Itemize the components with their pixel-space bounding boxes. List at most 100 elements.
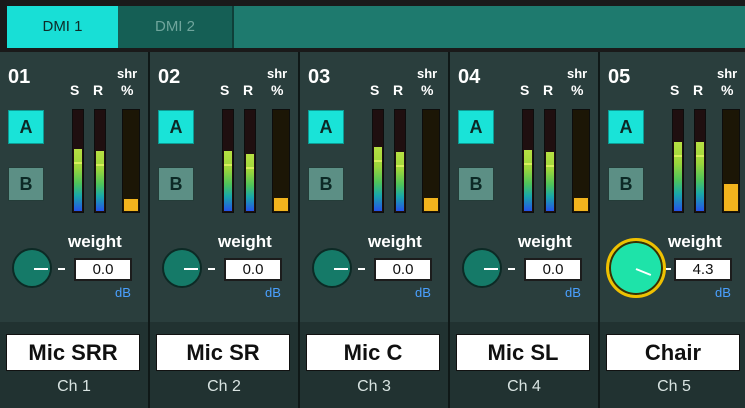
shr-meter (422, 109, 440, 213)
shr-meter-fill (124, 199, 138, 211)
meter-r-peak (246, 167, 254, 169)
meter-s (372, 109, 384, 213)
meter-s-peak (74, 162, 82, 164)
channel-name-field[interactable]: Chair (606, 334, 740, 371)
weight-knob[interactable] (162, 248, 202, 288)
channel-number: 01 (8, 66, 31, 88)
shr-label: shr (417, 66, 438, 81)
meter-r (94, 109, 106, 213)
meter-r-peak (396, 165, 404, 167)
channel-strip-1: 01 S R shr % A B weight 0.0 dB Mic SRR C… (0, 52, 150, 408)
b-button[interactable]: B (8, 167, 44, 201)
tab-bar: DMI 1 DMI 2 (0, 0, 745, 52)
db-unit-label: dB (115, 285, 131, 300)
shr-percent-label: % (721, 82, 734, 98)
shr-label: shr (117, 66, 138, 81)
weight-value-field[interactable]: 4.3 (674, 258, 732, 281)
meter-r-fill (96, 151, 104, 211)
shr-percent-label: % (421, 82, 434, 98)
shr-label: shr (567, 66, 588, 81)
channel-name-field[interactable]: Mic C (306, 334, 440, 371)
db-unit-label: dB (565, 285, 581, 300)
shr-meter (722, 109, 740, 213)
meter-s (672, 109, 684, 213)
meter-label-s: S (220, 82, 230, 98)
meter-s-fill (74, 149, 82, 211)
weight-knob[interactable] (12, 248, 52, 288)
shr-percent-label: % (121, 82, 134, 98)
meter-label-s: S (70, 82, 80, 98)
weight-label: weight (68, 232, 122, 251)
weight-value-field[interactable]: 0.0 (374, 258, 432, 281)
a-button[interactable]: A (458, 110, 494, 144)
weight-value-field[interactable]: 0.0 (524, 258, 582, 281)
tab-dmi-2[interactable]: DMI 2 (118, 6, 234, 48)
meter-s (222, 109, 234, 213)
meter-r-fill (546, 152, 554, 211)
knob-tick (208, 268, 215, 270)
a-button[interactable]: A (8, 110, 44, 144)
knob-indicator (635, 268, 652, 276)
shr-label: shr (267, 66, 288, 81)
meter-r-peak (96, 164, 104, 166)
b-button[interactable]: B (158, 167, 194, 201)
shr-percent-label: % (571, 82, 584, 98)
dmi-mixer-window: DMI 1 DMI 2 01 S R shr % A B weight 0.0 … (0, 0, 745, 408)
shr-meter (272, 109, 290, 213)
meter-label-r: R (543, 82, 554, 98)
meter-r (394, 109, 406, 213)
b-button[interactable]: B (458, 167, 494, 201)
a-button[interactable]: A (608, 110, 644, 144)
weight-label: weight (668, 232, 722, 251)
tab-dmi-1[interactable]: DMI 1 (7, 6, 118, 48)
meter-label-r: R (243, 82, 254, 98)
weight-knob[interactable] (462, 248, 502, 288)
knob-indicator (34, 268, 48, 270)
meter-r-fill (246, 154, 254, 211)
channel-label: Ch 1 (57, 378, 91, 395)
a-button[interactable]: A (158, 110, 194, 144)
meter-label-s: S (370, 82, 380, 98)
channel-name-field[interactable]: Mic SRR (6, 334, 140, 371)
channel-strip-2: 02 S R shr % A B weight 0.0 dB Mic SR Ch… (150, 52, 300, 408)
channel-label: Ch 3 (357, 378, 391, 395)
knob-tick (358, 268, 365, 270)
weight-value-field[interactable]: 0.0 (224, 258, 282, 281)
db-unit-label: dB (715, 285, 731, 300)
knob-tick (666, 268, 671, 270)
meter-label-r: R (93, 82, 104, 98)
channel-number: 03 (308, 66, 331, 88)
meter-s-fill (524, 150, 532, 211)
b-button[interactable]: B (308, 167, 344, 201)
channel-name-field[interactable]: Mic SR (156, 334, 290, 371)
meter-r (244, 109, 256, 213)
meter-label-s: S (520, 82, 530, 98)
channel-strip-5: 05 S R shr % A B weight 4.3 dB Chair Ch … (600, 52, 745, 408)
channel-strip-3: 03 S R shr % A B weight 0.0 dB Mic C Ch … (300, 52, 450, 408)
channel-name-field[interactable]: Mic SL (456, 334, 590, 371)
weight-value-field[interactable]: 0.0 (74, 258, 132, 281)
weight-label: weight (218, 232, 272, 251)
shr-meter-fill (424, 198, 438, 211)
knob-tick (508, 268, 515, 270)
meter-s (522, 109, 534, 213)
meter-s-peak (224, 164, 232, 166)
weight-label: weight (368, 232, 422, 251)
channel-number: 04 (458, 66, 481, 88)
meter-s-peak (524, 163, 532, 165)
shr-meter (572, 109, 590, 213)
channel-label: Ch 5 (657, 378, 691, 395)
shr-label: shr (717, 66, 738, 81)
meter-s-fill (674, 142, 682, 211)
b-button[interactable]: B (608, 167, 644, 201)
weight-knob[interactable] (606, 238, 666, 298)
weight-knob[interactable] (312, 248, 352, 288)
meter-s (72, 109, 84, 213)
db-unit-label: dB (415, 285, 431, 300)
shr-meter-fill (574, 198, 588, 211)
channel-strip-4: 04 S R shr % A B weight 0.0 dB Mic SL Ch… (450, 52, 600, 408)
a-button[interactable]: A (308, 110, 344, 144)
meter-r-peak (546, 165, 554, 167)
meter-r-fill (696, 142, 704, 211)
shr-meter-fill (724, 184, 738, 211)
